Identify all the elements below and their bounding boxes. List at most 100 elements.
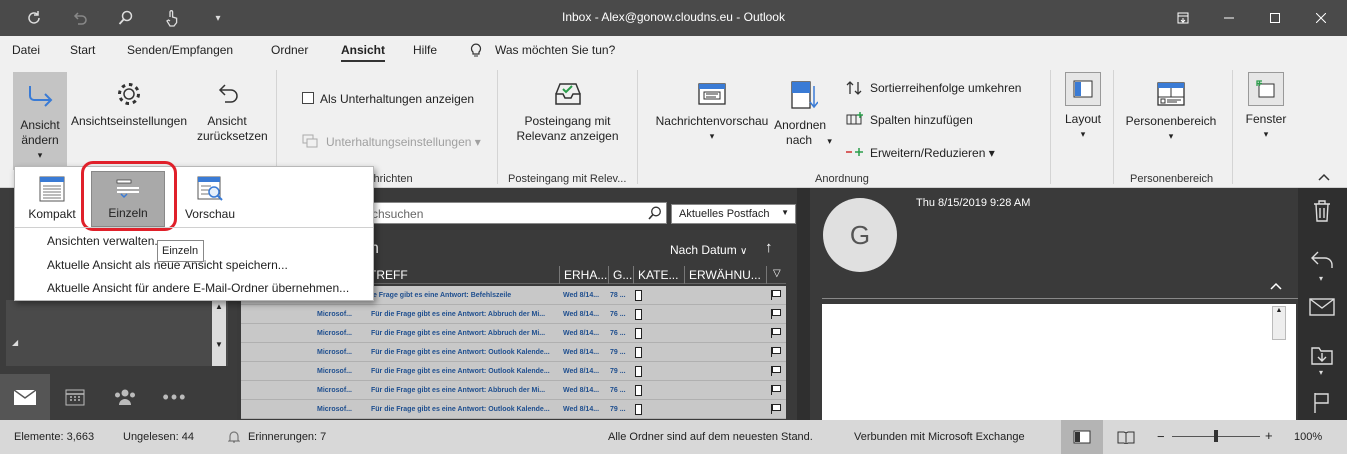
- ribbon-tabs: Datei Start Senden/Empfangen Ordner Ansi…: [0, 36, 1347, 64]
- zoom-slider-thumb[interactable]: [1214, 430, 1218, 442]
- message-row[interactable]: Microsof... Für die Frage gibt es eine An…: [241, 381, 786, 400]
- conversation-settings-icon: [302, 134, 318, 151]
- message-row[interactable]: Microsof... Für die Frage gibt es eine An…: [241, 362, 786, 381]
- collapse-ribbon-icon[interactable]: [1318, 172, 1330, 184]
- reverse-sort-button[interactable]: Sortierreihenfolge umkehren: [870, 81, 1021, 95]
- close-icon[interactable]: [1298, 0, 1344, 36]
- view-settings-button[interactable]: Ansichtseinstellungen: [68, 80, 190, 129]
- tab-start[interactable]: Start: [70, 43, 95, 57]
- sort-by-dropdown[interactable]: Nach Datum ∨: [670, 243, 747, 257]
- nav-calendar[interactable]: [50, 374, 100, 420]
- message-preview-button[interactable]: Nachrichtenvorschau ▾: [652, 80, 772, 144]
- message-row[interactable]: Microsof... Für die Frage gibt es eine An…: [241, 324, 786, 343]
- mail-icon: [14, 389, 36, 405]
- search-icon[interactable]: [106, 0, 146, 36]
- undo-icon[interactable]: [60, 0, 100, 36]
- message-row[interactable]: Microsof... Für die Frage gibt es eine An…: [241, 343, 786, 362]
- column-size[interactable]: G...: [608, 266, 632, 284]
- arrange-by-button[interactable]: Anordnen nach ▾: [772, 80, 834, 149]
- normal-view-button[interactable]: [1061, 420, 1103, 454]
- zoom-in-button[interactable]: +: [1265, 428, 1273, 443]
- pane-divider[interactable]: [797, 188, 810, 420]
- category-box: [635, 404, 642, 415]
- customize-icon[interactable]: ▾: [198, 0, 238, 36]
- window-button[interactable]: Fenster ▾: [1240, 72, 1292, 142]
- flag-icon: [771, 404, 781, 414]
- flag-icon[interactable]: [1313, 392, 1331, 417]
- search-icon[interactable]: [648, 206, 662, 220]
- layout-button[interactable]: Layout ▾: [1060, 72, 1106, 142]
- column-subject[interactable]: TREFF: [369, 268, 408, 282]
- conversations-checkbox[interactable]: [302, 92, 314, 104]
- column-received[interactable]: ERHA...: [559, 266, 607, 284]
- category-box: [635, 328, 642, 339]
- window-icon: [1256, 80, 1275, 98]
- minimize-icon[interactable]: [1206, 0, 1252, 36]
- change-view-label: Ansicht ändern: [20, 118, 60, 147]
- expand-collapse-button[interactable]: Erweitern/Reduzieren ▾: [870, 146, 995, 160]
- body-scrollbar[interactable]: ▲: [1272, 306, 1286, 340]
- change-view-button[interactable]: Ansicht ändern ▾: [13, 72, 67, 170]
- sort-arrows-icon: [846, 80, 862, 99]
- add-columns-button[interactable]: Spalten hinzufügen: [870, 113, 973, 127]
- reminders-count[interactable]: Erinnerungen: 7: [248, 431, 326, 443]
- nav-people[interactable]: [100, 374, 150, 420]
- view-option-compact[interactable]: Kompakt: [17, 171, 87, 227]
- mail-icon[interactable]: [1309, 298, 1335, 319]
- message-row[interactable]: Microsof... Für die Frage gibt es eine An…: [241, 400, 786, 419]
- more-icon[interactable]: •••: [150, 374, 200, 420]
- zoom-out-button[interactable]: −: [1157, 429, 1165, 444]
- window-label: Fenster: [1245, 112, 1287, 126]
- folder-scrollbar[interactable]: ▲ ▼: [212, 300, 226, 366]
- flag-icon: [771, 385, 781, 395]
- arrange-by-label: Anordnen nach: [774, 118, 827, 147]
- tab-hilfe[interactable]: Hilfe: [413, 43, 437, 57]
- reset-view-button[interactable]: Ansicht zurücksetzen: [190, 80, 268, 144]
- people-pane-button[interactable]: Personenbereich ▾: [1118, 80, 1224, 144]
- show-as-conversations-label[interactable]: Als Unterhaltungen anzeigen: [320, 92, 474, 106]
- reply-icon[interactable]: [1310, 248, 1334, 273]
- search-scope-dropdown[interactable]: Aktuelles Postfach ▼: [671, 204, 796, 224]
- zoom-level[interactable]: 100%: [1294, 431, 1322, 443]
- move-icon[interactable]: [1310, 344, 1334, 369]
- touch-mode-icon[interactable]: [152, 0, 192, 36]
- title-bar: ▾ Inbox - Alex@gonow.cloudns.eu - Outloo…: [0, 0, 1347, 36]
- avatar[interactable]: G: [823, 198, 897, 272]
- apply-view-item[interactable]: Aktuelle Ansicht für andere E-Mail-Ordne…: [47, 281, 349, 295]
- sync-icon[interactable]: [14, 0, 54, 36]
- reading-view-icon[interactable]: [1117, 430, 1135, 447]
- arrangement-group-label: Anordnung: [815, 173, 869, 185]
- expand-collapse-label: Erweitern/Reduzieren: [870, 146, 986, 160]
- expand-header-icon[interactable]: [1270, 282, 1282, 293]
- tab-datei[interactable]: Datei: [12, 43, 40, 57]
- view-option-preview[interactable]: Vorschau: [175, 171, 245, 227]
- tab-senden-empfangen[interactable]: Senden/Empfangen: [127, 43, 233, 57]
- filter-icon[interactable]: ▽: [766, 266, 781, 284]
- tell-me-search[interactable]: Was möchten Sie tun?: [495, 43, 615, 57]
- move-dropdown-icon[interactable]: ▾: [1319, 368, 1323, 377]
- arrange-icon: [791, 81, 818, 109]
- focused-inbox-label: Posteingang mit Relevanz anzeigen: [516, 114, 619, 143]
- people-pane-label: Personenbereich: [1125, 114, 1217, 128]
- column-mention[interactable]: ERWÄHNU...: [684, 266, 761, 284]
- tab-ordner[interactable]: Ordner: [271, 43, 308, 57]
- people-group-label: Personenbereich: [1130, 173, 1214, 185]
- message-row[interactable]: Microsof... Für die Frage gibt es eine An…: [241, 305, 786, 324]
- delete-icon[interactable]: [1312, 200, 1332, 225]
- reply-dropdown-icon[interactable]: ▾: [1319, 274, 1323, 283]
- focused-inbox-button[interactable]: Posteingang mit Relevanz anzeigen: [505, 80, 630, 144]
- item-count: Elemente: 3,663: [14, 431, 95, 443]
- change-view-menu: Kompakt Einzeln Vorschau Ansichten verwa…: [14, 161, 374, 301]
- tab-ansicht[interactable]: Ansicht: [341, 43, 386, 62]
- maximize-icon[interactable]: [1252, 0, 1298, 36]
- column-category[interactable]: KATE...: [633, 266, 678, 284]
- ribbon-display-icon[interactable]: [1160, 0, 1206, 36]
- manage-views-item[interactable]: Ansichten verwalten...: [47, 234, 164, 248]
- message-body[interactable]: ▲: [822, 304, 1296, 420]
- expand-arrow-icon[interactable]: ◢: [12, 338, 18, 347]
- conversation-settings-button[interactable]: Unterhaltungseinstellungen ▾: [326, 135, 481, 149]
- gear-icon: [118, 83, 140, 105]
- sort-by-label: Nach Datum: [670, 243, 737, 257]
- sort-direction-button[interactable]: ↑: [765, 239, 773, 256]
- nav-mail[interactable]: [0, 374, 50, 420]
